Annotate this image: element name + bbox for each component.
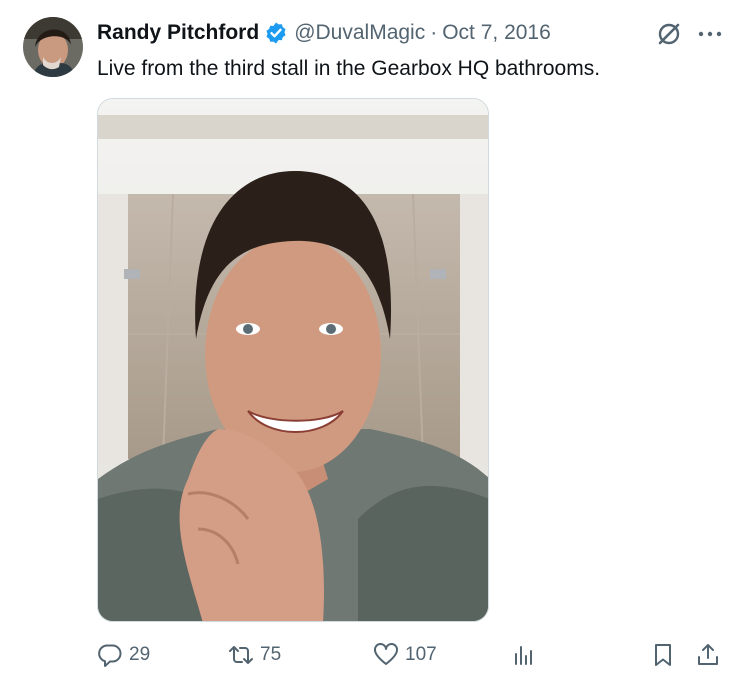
author-name[interactable]: Randy Pitchford bbox=[97, 21, 259, 45]
tweet-photo[interactable] bbox=[97, 98, 489, 622]
views-button[interactable] bbox=[511, 640, 537, 670]
like-icon bbox=[374, 643, 398, 665]
verified-badge-icon bbox=[264, 21, 288, 45]
retweet-icon bbox=[229, 646, 253, 664]
tweet-header: Randy Pitchford @DuvalMagic · Oct 7, 201… bbox=[97, 19, 551, 47]
like-button[interactable]: 107 bbox=[373, 640, 437, 670]
reply-button[interactable]: 29 bbox=[97, 640, 150, 670]
tweet-date[interactable]: Oct 7, 2016 bbox=[442, 21, 551, 45]
grok-icon[interactable] bbox=[655, 20, 683, 48]
bookmark-icon bbox=[655, 644, 671, 666]
views-icon bbox=[515, 646, 532, 665]
bookmark-button[interactable] bbox=[650, 640, 676, 670]
avatar[interactable] bbox=[23, 17, 83, 77]
selfie-photo bbox=[98, 99, 488, 621]
more-icon[interactable] bbox=[696, 20, 724, 48]
reply-icon bbox=[98, 644, 122, 667]
tweet-text: Live from the third stall in the Gearbox… bbox=[97, 57, 601, 80]
share-icon bbox=[698, 644, 718, 665]
avatar-image bbox=[23, 17, 83, 77]
retweet-count: 75 bbox=[260, 644, 282, 665]
header-separator: · bbox=[430, 21, 438, 44]
retweet-button[interactable]: 75 bbox=[228, 640, 281, 670]
share-button[interactable] bbox=[695, 640, 721, 670]
like-count: 107 bbox=[405, 644, 437, 665]
reply-count: 29 bbox=[129, 644, 151, 665]
author-handle[interactable]: @DuvalMagic bbox=[294, 21, 425, 45]
tweet-actions-bar: 29 75 107 bbox=[97, 640, 727, 670]
